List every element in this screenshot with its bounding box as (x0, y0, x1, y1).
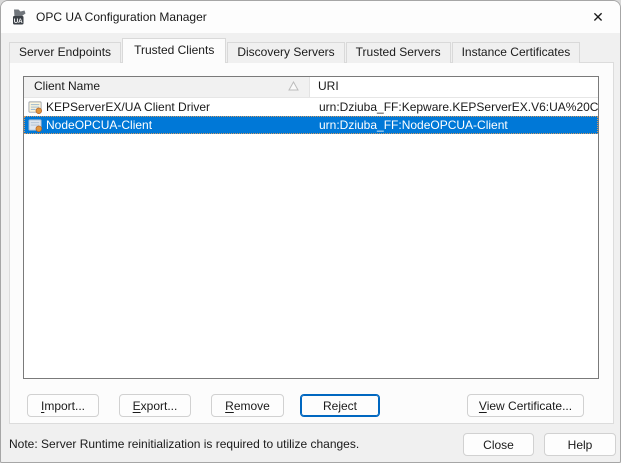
tab-discovery-servers[interactable]: Discovery Servers (227, 42, 345, 63)
opc-ua-app-icon: UA (13, 9, 26, 25)
close-button[interactable]: Close (463, 433, 534, 456)
sort-ascending-icon (288, 81, 299, 91)
column-header-uri[interactable]: URI (310, 77, 598, 97)
client-uri: urn:Dziuba_FF:NodeOPCUA-Client (319, 118, 508, 132)
column-header-client-name-label: Client Name (34, 79, 101, 93)
list-header: Client Name URI (24, 77, 598, 98)
tab-trusted-servers[interactable]: Trusted Servers (345, 42, 451, 63)
client-name: NodeOPCUA-Client (46, 118, 153, 132)
client-uri: urn:Dziuba_FF:Kepware.KEPServerEX.V6:UA%… (319, 100, 598, 114)
dialog-footer: Note: Server Runtime reinitialization is… (1, 424, 620, 462)
certificate-icon (28, 100, 42, 114)
titlebar: UA OPC UA Configuration Manager ✕ (1, 1, 620, 33)
opc-ua-configuration-manager-dialog: UA OPC UA Configuration Manager ✕ Server… (0, 0, 621, 463)
table-row-selected[interactable]: NodeOPCUA-Client urn:Dziuba_FF:NodeOPCUA… (24, 116, 598, 134)
reject-button[interactable]: Reject (300, 394, 380, 417)
certificate-icon (28, 118, 42, 132)
remove-button[interactable]: Remove (211, 394, 284, 417)
trusted-clients-tab-page: Client Name URI KEPServerEX/UA Client Dr… (9, 62, 614, 424)
import-button[interactable]: Import... (27, 394, 99, 417)
window-title: OPC UA Configuration Manager (36, 10, 207, 24)
trusted-clients-list: Client Name URI KEPServerEX/UA Client Dr… (23, 76, 599, 379)
runtime-note: Note: Server Runtime reinitialization is… (9, 437, 360, 451)
tab-trusted-clients[interactable]: Trusted Clients (122, 38, 227, 63)
table-row[interactable]: KEPServerEX/UA Client Driver urn:Dziuba_… (24, 98, 598, 116)
column-header-client-name[interactable]: Client Name (24, 77, 310, 97)
client-name: KEPServerEX/UA Client Driver (46, 100, 211, 114)
tab-bar: Server Endpoints Trusted Clients Discove… (9, 38, 581, 63)
view-certificate-button[interactable]: View Certificate... (467, 394, 584, 417)
close-icon[interactable]: ✕ (576, 1, 620, 33)
tab-server-endpoints[interactable]: Server Endpoints (9, 42, 122, 63)
svg-text:UA: UA (14, 18, 23, 25)
tab-instance-certificates[interactable]: Instance Certificates (451, 42, 581, 63)
export-button[interactable]: Export... (119, 394, 191, 417)
column-header-uri-label: URI (318, 79, 339, 93)
help-button[interactable]: Help (544, 433, 616, 456)
